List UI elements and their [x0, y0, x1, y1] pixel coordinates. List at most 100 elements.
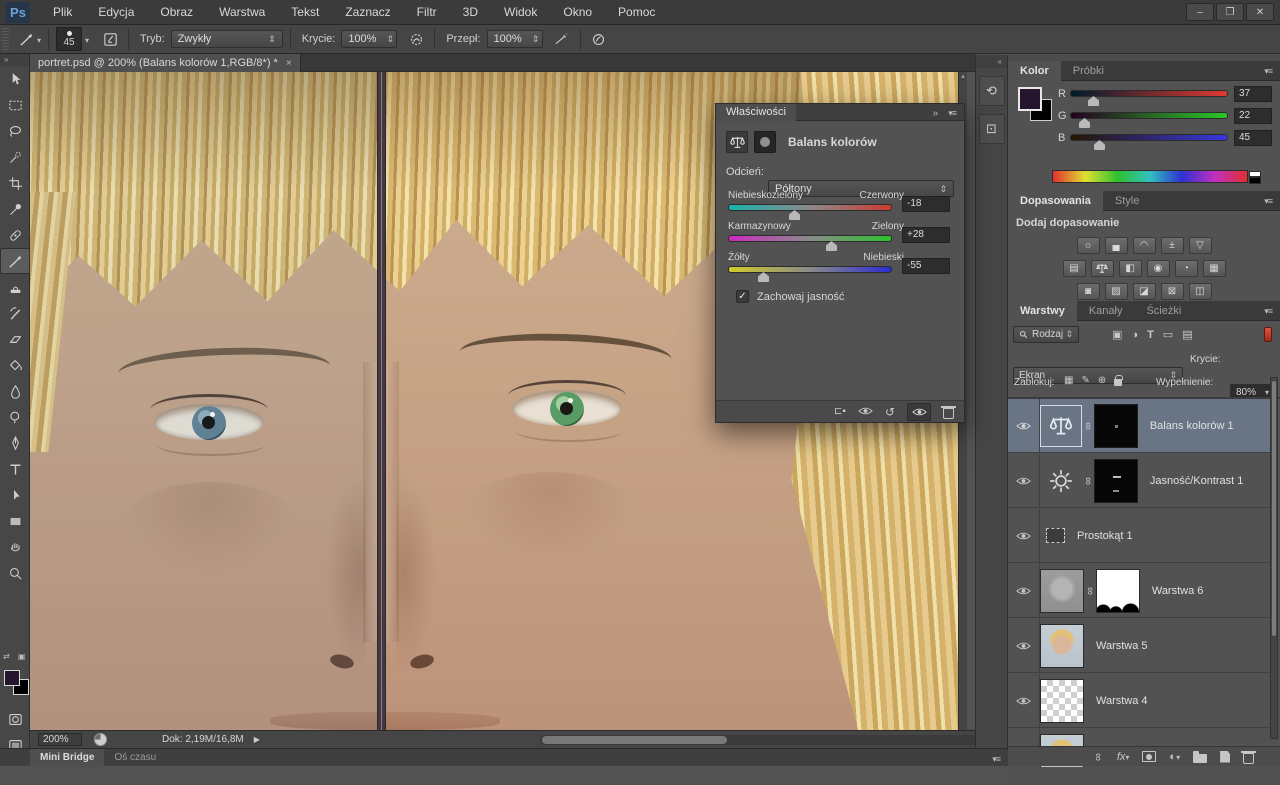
menu-pomoc[interactable]: Pomoc — [605, 0, 668, 25]
menu-obraz[interactable]: Obraz — [147, 0, 206, 25]
swap-colors-icon[interactable]: ⇄ — [3, 652, 10, 661]
status-flyout-icon[interactable]: ▶ — [254, 735, 260, 744]
brightness-contrast-layer-icon[interactable] — [1040, 460, 1082, 502]
photo-filter-adjustment-icon[interactable]: ◉ — [1147, 260, 1170, 277]
color-lookup-adjustment-icon[interactable]: ▦ — [1203, 260, 1226, 277]
layer-row-balans-kolorow[interactable]: ∞ Balans kolorów 1 — [1008, 399, 1270, 453]
brush-size-picker[interactable]: 45 — [56, 27, 82, 51]
add-mask-icon[interactable] — [1142, 751, 1156, 762]
mini-bridge-tab[interactable]: Mini Bridge — [30, 749, 104, 767]
eyedropper-tool[interactable] — [0, 196, 30, 222]
layer-filter-select[interactable]: Rodzaj — [1013, 326, 1079, 343]
layers-panel-menu-icon[interactable] — [1264, 301, 1272, 320]
filter-adjustment-layers-icon[interactable]: ◑ — [1131, 329, 1138, 341]
lasso-tool[interactable] — [0, 118, 30, 144]
magenta-green-slider[interactable] — [728, 235, 892, 242]
toolbar-collapse-icon[interactable]: » — [0, 54, 29, 66]
document-tab[interactable]: portret.psd @ 200% (Balans kolorów 1,RGB… — [30, 54, 301, 72]
lock-position-icon[interactable]: ⊕ — [1098, 375, 1106, 386]
collapse-panel-icon[interactable] — [933, 103, 939, 121]
menu-zaznacz[interactable]: Zaznacz — [332, 0, 403, 25]
layer-thumbnail[interactable] — [1040, 624, 1084, 668]
layer-mask-thumbnail[interactable] — [1096, 569, 1140, 613]
lock-pixels-icon[interactable]: ✎ — [1081, 375, 1089, 386]
quick-mask-mode-button[interactable] — [0, 706, 30, 732]
eraser-tool[interactable] — [0, 326, 30, 352]
blend-mode-select[interactable]: Zwykły — [171, 30, 283, 48]
visibility-eye-icon[interactable] — [1008, 454, 1040, 508]
layer-row-jasnosc-kontrast[interactable]: ∞ Jasność/Kontrast 1 — [1008, 454, 1270, 508]
filtering-toggle-switch[interactable] — [1264, 327, 1272, 342]
layer-name[interactable]: Warstwa 6 — [1152, 585, 1204, 597]
rectangular-marquee-tool[interactable] — [0, 92, 30, 118]
tab-kanaly[interactable]: Kanały — [1077, 301, 1135, 321]
menu-tekst[interactable]: Tekst — [278, 0, 332, 25]
visibility-eye-icon[interactable] — [1008, 619, 1040, 673]
new-layer-icon[interactable] — [1220, 751, 1230, 763]
menu-plik[interactable]: Plik — [40, 0, 85, 25]
blue-slider[interactable] — [1070, 134, 1228, 141]
hue-saturation-adjustment-icon[interactable]: ▤ — [1063, 260, 1086, 277]
opacity-select[interactable]: 100% — [341, 30, 397, 48]
crop-tool[interactable] — [0, 170, 30, 196]
toggle-brush-panel-icon[interactable] — [99, 28, 121, 50]
properties-tab[interactable]: Właściwości — [716, 104, 796, 121]
airbrush-icon[interactable] — [551, 28, 573, 50]
delete-layer-icon[interactable] — [1243, 753, 1254, 764]
link-layers-icon[interactable]: ∞ — [1092, 753, 1104, 761]
shape-layer-icon[interactable] — [1046, 528, 1065, 543]
filter-shape-layers-icon[interactable]: ▭ — [1163, 328, 1173, 341]
new-group-icon[interactable] — [1193, 754, 1207, 763]
tab-sciezki[interactable]: Ścieżki — [1134, 301, 1193, 321]
layer-name[interactable]: Prostokąt 1 — [1077, 530, 1133, 542]
layer-name[interactable]: Warstwa 4 — [1096, 695, 1148, 707]
black-swatch[interactable] — [1249, 177, 1261, 184]
visibility-eye-icon[interactable] — [1008, 564, 1040, 618]
path-selection-tool[interactable] — [0, 482, 30, 508]
clip-to-layer-icon[interactable]: ⊏▪ — [834, 406, 846, 417]
layer-name[interactable]: Balans kolorów 1 — [1150, 420, 1234, 432]
rectangle-tool[interactable] — [0, 508, 30, 534]
tab-close-icon[interactable]: × — [286, 58, 292, 69]
curves-adjustment-icon[interactable]: ◠ — [1133, 237, 1156, 254]
pen-tool[interactable] — [0, 430, 30, 456]
mask-link-icon[interactable]: ∞ — [1082, 422, 1094, 430]
threshold-adjustment-icon[interactable]: ◪ — [1133, 283, 1156, 300]
yellow-blue-value[interactable]: -55 — [902, 258, 950, 274]
green-value-field[interactable]: 22 — [1234, 108, 1272, 124]
levels-adjustment-icon[interactable]: ▄ — [1105, 237, 1128, 254]
mask-link-icon[interactable]: ∞ — [1082, 477, 1094, 485]
lock-transparency-icon[interactable]: ▦ — [1064, 375, 1073, 386]
document-size-info[interactable]: Dok: 2,19M/16,8M — [162, 734, 244, 745]
paint-bucket-tool[interactable] — [0, 352, 30, 378]
blur-tool[interactable] — [0, 378, 30, 404]
cyan-red-slider[interactable] — [728, 204, 892, 211]
layers-scrollbar[interactable] — [1270, 377, 1278, 739]
selective-color-adjustment-icon[interactable]: ⊠ — [1161, 283, 1184, 300]
gradient-map-adjustment-icon[interactable]: ◫ — [1189, 283, 1212, 300]
mask-link-icon[interactable]: ∞ — [1084, 587, 1096, 595]
flow-select[interactable]: 100% — [487, 30, 543, 48]
dock-expand-icon[interactable]: « — [976, 55, 1007, 68]
tab-style[interactable]: Style — [1103, 191, 1151, 211]
new-adjustment-layer-icon[interactable]: ◐ — [1169, 751, 1180, 763]
foreground-swatch[interactable] — [1018, 87, 1042, 111]
brightness-contrast-adjustment-icon[interactable]: ☼ — [1077, 237, 1100, 254]
history-brush-tool[interactable] — [0, 300, 30, 326]
default-colors-icon[interactable]: ▣ — [18, 652, 26, 661]
tab-probki[interactable]: Próbki — [1061, 61, 1116, 81]
menu-okno[interactable]: Okno — [550, 0, 605, 25]
filter-type-layers-icon[interactable]: T — [1147, 329, 1154, 341]
color-balance-layer-icon[interactable] — [1040, 405, 1082, 447]
pressure-opacity-icon[interactable] — [405, 28, 427, 50]
options-grip[interactable] — [2, 28, 9, 50]
pressure-size-icon[interactable] — [588, 28, 610, 50]
view-previous-state-icon[interactable] — [858, 405, 873, 419]
history-panel-button[interactable]: ⟲ — [979, 76, 1005, 106]
menu-edycja[interactable]: Edycja — [85, 0, 147, 25]
black-white-adjustment-icon[interactable]: ◧ — [1119, 260, 1142, 277]
menu-widok[interactable]: Widok — [491, 0, 550, 25]
green-slider[interactable] — [1070, 112, 1228, 119]
magenta-green-value[interactable]: +28 — [902, 227, 950, 243]
delete-adjustment-icon[interactable] — [943, 408, 954, 419]
